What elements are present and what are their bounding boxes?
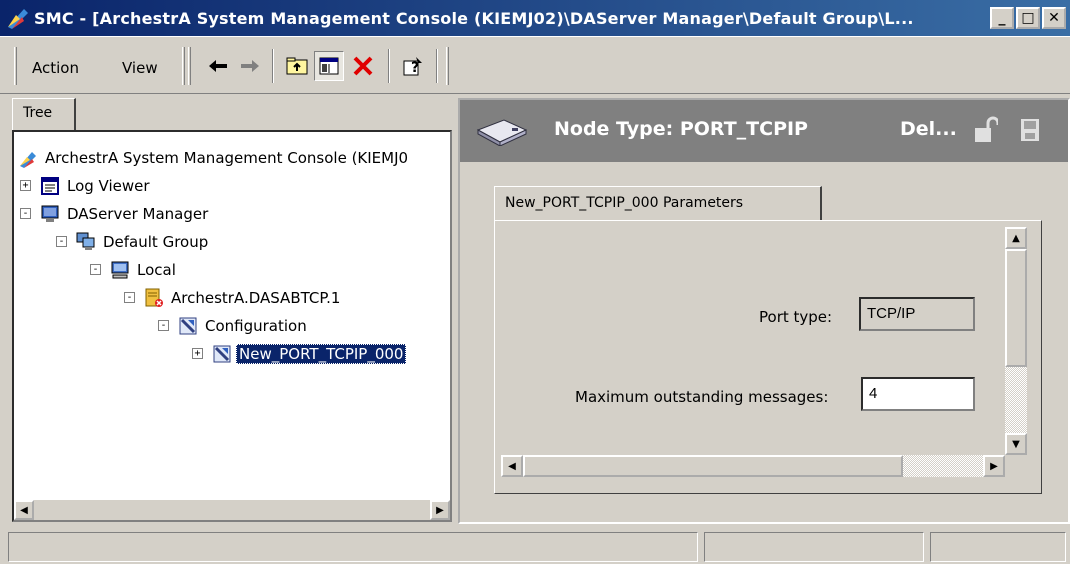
parameters-vertical-scrollbar[interactable]: ▲ ▼: [1005, 227, 1027, 455]
delete-button[interactable]: [348, 51, 378, 81]
back-icon: [209, 60, 227, 72]
port-device-icon: [476, 119, 528, 146]
tree-item-log-viewer[interactable]: + Log Viewer: [20, 174, 153, 198]
scroll-up-button[interactable]: ▲: [1005, 227, 1027, 249]
tree-item-default-group[interactable]: - Default Group: [56, 230, 211, 254]
parameters-area: New_PORT_TCPIP_000 Parameters Port type:…: [460, 162, 1068, 522]
max-outstanding-messages-input[interactable]: 4: [861, 377, 975, 411]
show-hide-tree-button[interactable]: [314, 51, 344, 81]
tab-parameters[interactable]: New_PORT_TCPIP_000 Parameters: [494, 186, 822, 220]
daserver-icon: [144, 288, 164, 308]
port-type-label: Port type:: [759, 308, 833, 326]
port-type-field: TCP/IP: [859, 297, 975, 331]
port-node-icon: [212, 344, 232, 364]
toolbar-grip[interactable]: [14, 47, 17, 85]
unlock-icon[interactable]: [974, 116, 998, 144]
forward-icon: [241, 60, 259, 72]
collapse-icon[interactable]: -: [56, 236, 67, 247]
window-title: SMC - [ArchestrA System Management Conso…: [34, 8, 914, 28]
tree-item-label: Configuration: [205, 317, 307, 335]
tree-item-label: DAServer Manager: [67, 205, 209, 223]
scroll-right-button[interactable]: ▶: [983, 455, 1005, 477]
collapse-icon[interactable]: -: [124, 292, 135, 303]
collapse-icon[interactable]: -: [20, 208, 31, 219]
expand-icon[interactable]: +: [192, 348, 203, 359]
toolbar-grip[interactable]: [188, 47, 191, 85]
node-type-title: Node Type: PORT_TCPIP: [554, 118, 808, 140]
menu-action[interactable]: Action: [32, 59, 79, 77]
smc-app-icon: [8, 9, 28, 29]
collapse-icon[interactable]: -: [158, 320, 169, 331]
tree-item-label: ArchestrA.DASABTCP.1: [171, 289, 341, 307]
horizontal-scroll-thumb[interactable]: [523, 455, 903, 477]
close-button[interactable]: ✕: [1042, 7, 1066, 29]
log-viewer-icon: [40, 176, 60, 196]
parameters-panel: Port type: TCP/IP Maximum outstanding me…: [494, 220, 1042, 494]
save-icon[interactable]: [1020, 118, 1040, 142]
tree-item-new-port-tcpip-000[interactable]: + New_PORT_TCPIP_000: [192, 342, 407, 366]
scroll-down-button[interactable]: ▼: [1005, 433, 1027, 455]
maximize-button[interactable]: □: [1016, 7, 1040, 29]
show-hide-tree-icon: [319, 57, 339, 75]
tree-item-archestra-dasabtcp-1[interactable]: - ArchestrA.DASABTCP.1: [124, 286, 343, 310]
tree-item-label: Default Group: [103, 233, 209, 251]
tree-item-label: Log Viewer: [67, 177, 150, 195]
status-panel-main: [8, 532, 698, 562]
status-panel-3: [930, 532, 1066, 562]
computer-icon: [110, 260, 130, 280]
parameters-horizontal-scrollbar[interactable]: ◀ ▶: [501, 455, 1005, 477]
tree-item-daserver-manager[interactable]: - DAServer Manager: [20, 202, 211, 226]
title-bar: SMC - [ArchestrA System Management Conso…: [0, 0, 1070, 36]
collapse-icon[interactable]: -: [90, 264, 101, 275]
scrollbar-corner: [1005, 455, 1027, 477]
tree-item-configuration[interactable]: - Configuration: [158, 314, 310, 338]
scroll-right-button[interactable]: ▶: [430, 500, 450, 520]
vertical-scroll-thumb[interactable]: [1005, 249, 1027, 367]
scroll-left-button[interactable]: ◀: [14, 500, 34, 520]
expand-icon[interactable]: +: [20, 180, 31, 191]
status-panel-2: [704, 532, 924, 562]
minimize-icon: _: [998, 10, 1006, 26]
group-icon: [76, 232, 96, 252]
up-folder-button[interactable]: [282, 51, 312, 81]
tree-horizontal-scrollbar[interactable]: ◀ ▶: [14, 500, 450, 520]
toolbar: Action View ?: [0, 36, 1070, 94]
delimiter-label: Del...: [900, 118, 957, 140]
tree-item-label: Local: [137, 261, 176, 279]
minimize-button[interactable]: _: [990, 7, 1014, 29]
forward-button[interactable]: [235, 51, 265, 81]
max-outstanding-messages-label: Maximum outstanding messages:: [575, 388, 829, 406]
menu-view[interactable]: View: [122, 59, 158, 77]
node-header: Node Type: PORT_TCPIP Del...: [460, 100, 1068, 162]
close-icon: ✕: [1048, 10, 1060, 26]
tree-item-local[interactable]: - Local: [90, 258, 179, 282]
details-pane: Node Type: PORT_TCPIP Del... New_PORT_TC…: [458, 98, 1070, 524]
tree-view[interactable]: ArchestrA System Management Console (KIE…: [12, 130, 452, 522]
help-button[interactable]: ?: [398, 51, 428, 81]
toolbar-grip[interactable]: [182, 47, 185, 85]
smc-icon: [18, 148, 38, 168]
tree-item-label: New_PORT_TCPIP_000: [236, 344, 407, 364]
scroll-left-button[interactable]: ◀: [501, 455, 523, 477]
tree-item-archestra-system-management-console-kiemj0[interactable]: ArchestrA System Management Console (KIE…: [18, 146, 411, 170]
daserver-manager-icon: [40, 204, 60, 224]
toolbar-grip[interactable]: [446, 47, 449, 85]
configuration-icon: [178, 316, 198, 336]
help-icon: ?: [403, 57, 422, 76]
up-folder-icon: [286, 57, 308, 75]
back-button[interactable]: [203, 51, 233, 81]
maximize-icon: □: [1021, 10, 1035, 26]
status-bar: [0, 528, 1070, 564]
tree-item-label: ArchestrA System Management Console (KIE…: [45, 149, 409, 167]
tab-tree[interactable]: Tree: [12, 98, 76, 130]
delete-icon: [353, 56, 373, 76]
